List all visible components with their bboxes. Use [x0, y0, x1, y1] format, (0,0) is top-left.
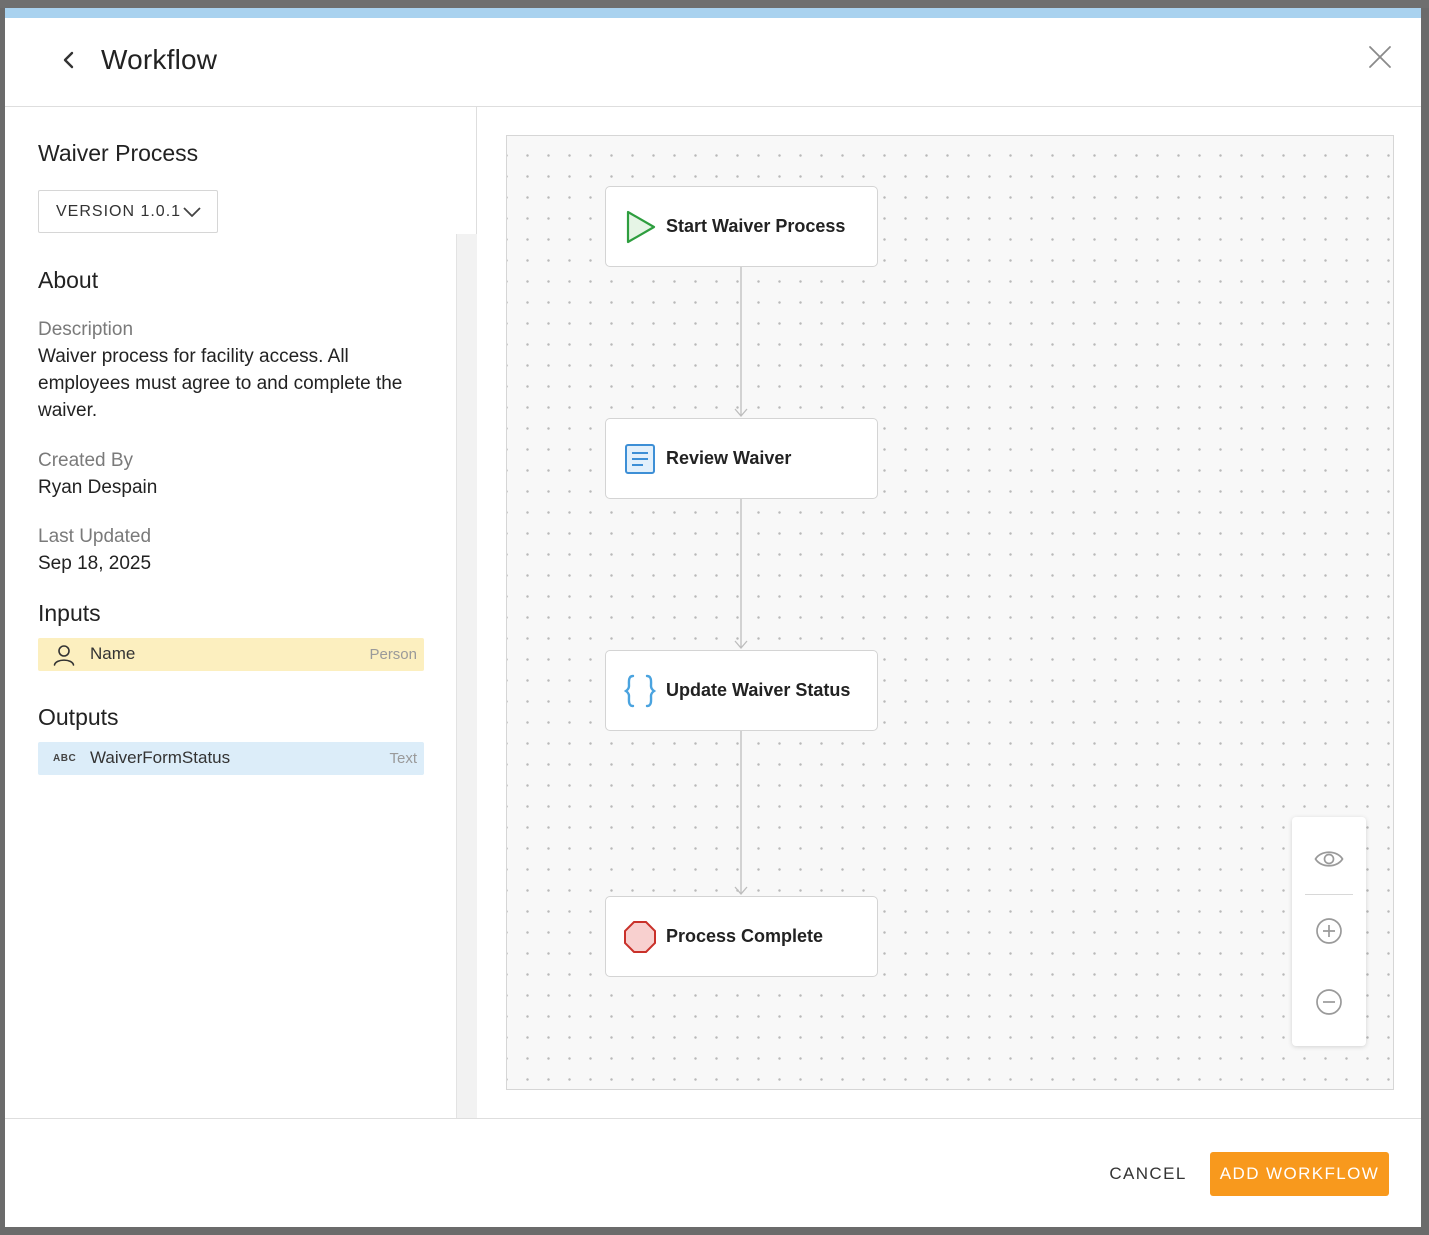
stop-icon: [624, 921, 656, 953]
node-label: Update Waiver Status: [666, 680, 851, 700]
last-updated-label: Last Updated: [38, 526, 152, 547]
workflow-name: Waiver Process: [38, 140, 199, 166]
chevron-left-icon: [63, 51, 74, 69]
workflow-canvas[interactable]: Start Waiver Process Review Waiver Updat…: [506, 135, 1394, 1090]
created-by-value: Ryan Despain: [38, 477, 158, 498]
zoom-in-icon[interactable]: [1314, 916, 1344, 946]
node-label: Process Complete: [666, 926, 824, 946]
version-label: VERSION 1.0.1: [56, 203, 182, 220]
controls-divider: [1305, 894, 1353, 895]
back-button[interactable]: [57, 48, 81, 72]
modal-header: Workflow: [5, 18, 1421, 107]
person-icon: [53, 645, 75, 666]
inputs-heading: Inputs: [38, 600, 101, 626]
chevron-down-icon: [183, 207, 201, 217]
workflow-details-panel: Waiver Process VERSION 1.0.1 About Descr…: [5, 107, 477, 1118]
modal-accent-bar: [5, 8, 1421, 18]
node-process-complete[interactable]: Process Complete: [605, 896, 878, 977]
document-icon: [625, 444, 655, 474]
workflow-modal: Workflow Waiver Process VERSION 1.0.1 Ab…: [5, 8, 1421, 1227]
node-start-waiver-process[interactable]: Start Waiver Process: [605, 186, 878, 267]
modal-title: Workflow: [101, 44, 218, 75]
description-value: Waiver process for facility access. All …: [38, 346, 403, 421]
output-row[interactable]: ABC WaiverFormStatus Text: [38, 742, 424, 775]
node-review-waiver[interactable]: Review Waiver: [605, 418, 878, 499]
modal-footer: CANCEL ADD WORKFLOW: [5, 1118, 1421, 1227]
braces-icon: [623, 674, 657, 708]
close-icon: [1369, 46, 1391, 68]
description-label: Description: [38, 319, 134, 340]
close-button[interactable]: [1367, 44, 1393, 70]
input-row[interactable]: Name Person: [38, 638, 424, 671]
about-heading: About: [38, 267, 99, 293]
add-workflow-button[interactable]: ADD WORKFLOW: [1210, 1152, 1389, 1196]
canvas-controls: [1292, 817, 1366, 1046]
outputs-heading: Outputs: [38, 704, 119, 730]
created-by-label: Created By: [38, 450, 134, 471]
eye-icon[interactable]: [1314, 844, 1344, 874]
play-icon: [626, 210, 656, 244]
output-type: Text: [389, 750, 417, 767]
node-update-waiver-status[interactable]: Update Waiver Status: [605, 650, 878, 731]
backdrop: [0, 0, 1429, 8]
node-label: Review Waiver: [666, 448, 792, 468]
cancel-button[interactable]: CANCEL: [1101, 1152, 1195, 1196]
node-label: Start Waiver Process: [666, 216, 846, 236]
output-name: WaiverFormStatus: [90, 748, 231, 767]
text-type-icon: ABC: [53, 753, 77, 764]
details-scrollbar[interactable]: [456, 234, 477, 1118]
version-dropdown[interactable]: VERSION 1.0.1: [38, 190, 218, 233]
last-updated-value: Sep 18, 2025: [38, 553, 152, 574]
input-type: Person: [369, 646, 417, 663]
input-name: Name: [90, 644, 136, 663]
zoom-out-icon[interactable]: [1314, 987, 1344, 1017]
